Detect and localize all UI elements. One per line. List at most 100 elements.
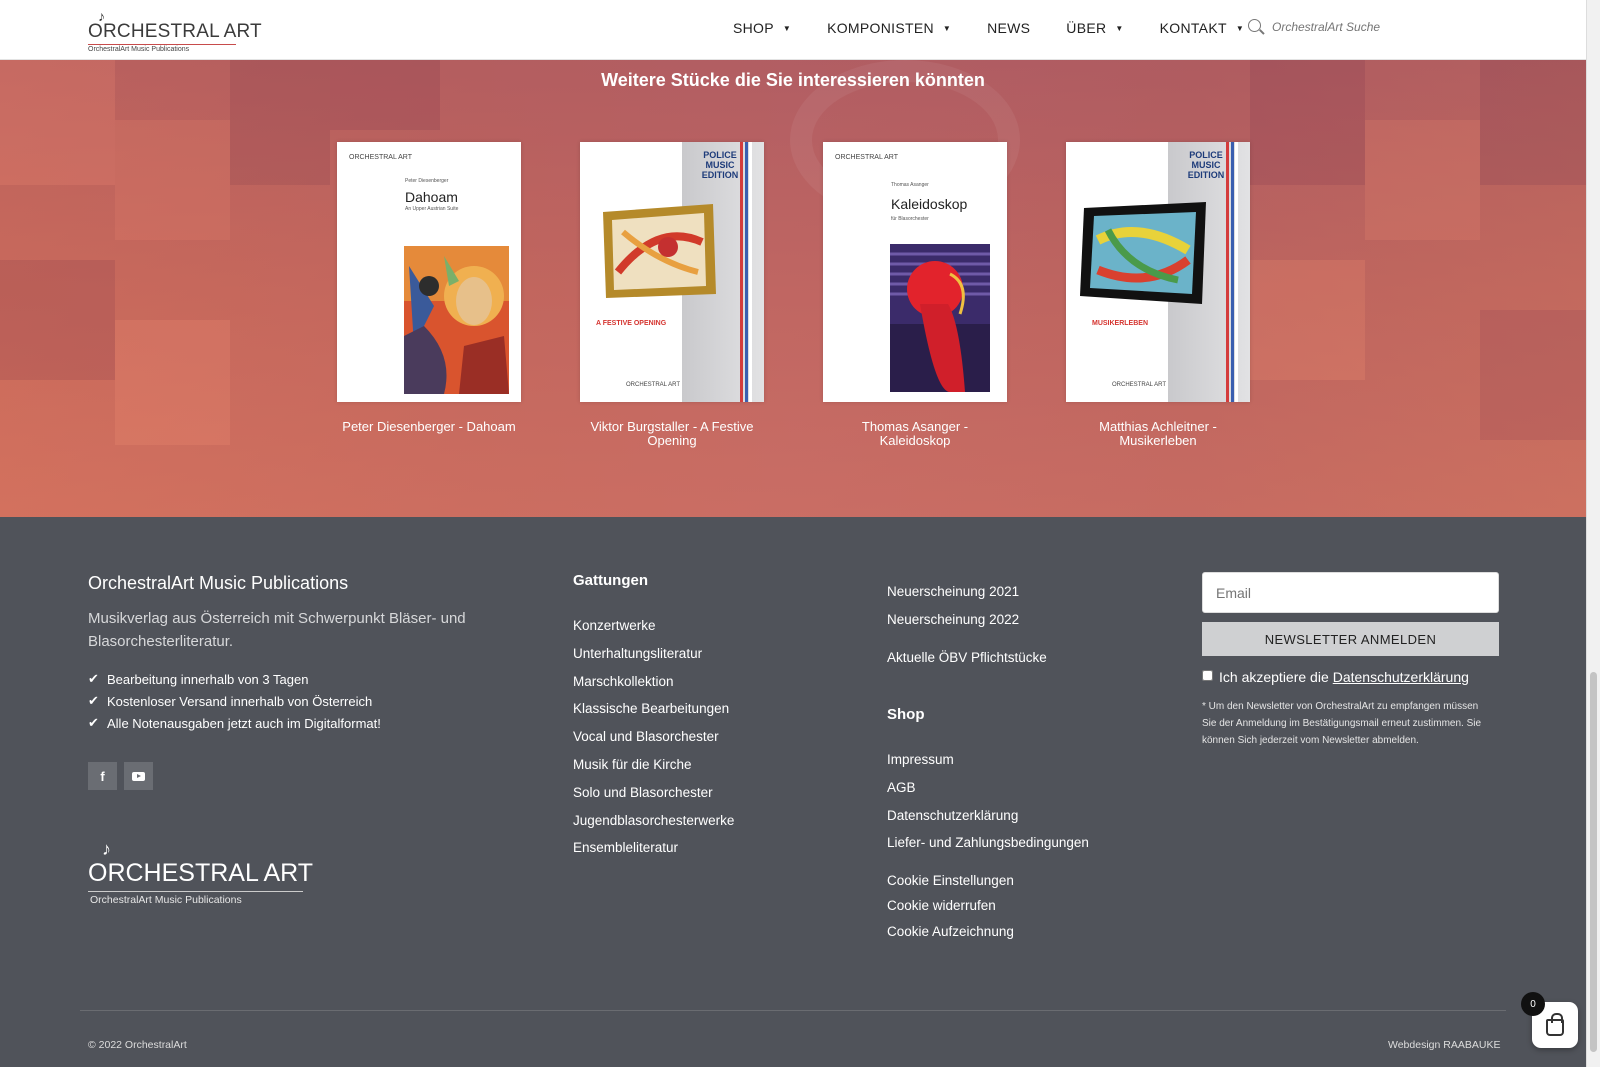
release-link[interactable]: Neuerscheinung 2021: [887, 578, 1019, 606]
product-cover[interactable]: ORCHESTRAL ART Peter Diesenberger Dahoam…: [337, 142, 521, 402]
product-title[interactable]: Peter Diesenberger - Dahoam: [337, 420, 521, 434]
obv-link[interactable]: Aktuelle ÖBV Pflichtstücke: [887, 650, 1047, 665]
site-footer: OrchestralArt Music Publications Musikve…: [0, 517, 1586, 1067]
cover-work-title: MUSIKERLEBEN: [1092, 320, 1149, 327]
cookie-log-link[interactable]: Cookie Aufzeichnung: [887, 919, 1014, 944]
feature-text: Alle Notenausgaben jetzt auch im Digital…: [107, 715, 381, 731]
bg-tile: [1480, 310, 1586, 440]
genres-links: Konzertwerke Unterhaltungsliteratur Mars…: [573, 612, 734, 862]
genre-link[interactable]: Jugendblasorchesterwerke: [573, 807, 734, 835]
check-icon: ✔: [88, 671, 99, 686]
webdesign-credit[interactable]: Webdesign RAABAUKE: [1388, 1039, 1500, 1051]
release-link[interactable]: Neuerscheinung 2022: [887, 606, 1019, 634]
related-products-section: Weitere Stücke die Sie interessieren kön…: [0, 60, 1586, 517]
terms-link[interactable]: Liefer- und Zahlungsbedingungen: [887, 829, 1089, 857]
site-search: [1248, 19, 1402, 35]
logo-subtitle: OrchestralArt Music Publications: [88, 46, 190, 53]
cover-subtitle: An Upper Austrian Suite: [405, 206, 459, 212]
footer-description: Musikverlag aus Österreich mit Schwerpun…: [88, 610, 466, 650]
cover-logo: ORCHESTRAL ART: [626, 382, 681, 388]
newsletter-subscribe-button[interactable]: NEWSLETTER ANMELDEN: [1202, 622, 1499, 656]
privacy-consent: Ich akzeptiere die Datenschutzerklärung: [1202, 669, 1469, 685]
privacy-consent-checkbox[interactable]: [1202, 669, 1213, 681]
genre-link[interactable]: Marschkollektion: [573, 668, 734, 696]
product-cover[interactable]: ORCHESTRAL ART Thomas Asanger Kaleidosko…: [823, 142, 1007, 402]
related-title: Weitere Stücke die Sie interessieren kön…: [601, 70, 985, 90]
product-card[interactable]: POLICE MUSIC EDITION MUSIKERLEBEN ORCHES…: [1066, 142, 1250, 448]
social-links: f: [88, 762, 160, 790]
cover-artwork: [603, 204, 716, 298]
cover-logo: ORCHESTRAL ART: [1112, 382, 1167, 388]
nav-shop[interactable]: SHOP ▼: [733, 20, 791, 36]
footer-divider: [80, 1010, 1506, 1011]
cover-stripe: [745, 142, 748, 402]
bg-tile: [115, 320, 230, 445]
nav-shop-label: SHOP: [733, 20, 774, 36]
nav-news-label: NEWS: [987, 20, 1031, 36]
privacy-link[interactable]: Datenschutzerklärung: [887, 802, 1089, 830]
product-cover[interactable]: POLICE MUSIC EDITION MUSIKERLEBEN ORCHES…: [1066, 142, 1250, 402]
nav-news[interactable]: NEWS: [987, 20, 1030, 36]
newsletter-note: * Um den Newsletter von OrchestralArt zu…: [1202, 701, 1482, 746]
product-card[interactable]: ORCHESTRAL ART Thomas Asanger Kaleidosko…: [823, 142, 1007, 448]
feature-text: Bearbeitung innerhalb von 3 Tagen: [107, 671, 309, 687]
cover-artwork: [890, 244, 990, 392]
footer-logo[interactable]: ♪ ORCHESTRAL ART OrchestralArt Music Pub…: [88, 839, 313, 909]
cover-composer: Thomas Asanger: [891, 182, 929, 188]
feature-item: ✔ Kostenloser Versand innerhalb von Öster…: [88, 693, 381, 709]
check-icon: ✔: [88, 693, 99, 708]
obv-link-wrap: Aktuelle ÖBV Pflichtstücke: [887, 650, 1047, 665]
cover-stripe: [740, 142, 743, 402]
genre-link[interactable]: Musik für die Kirche: [573, 751, 734, 779]
bg-tile: [0, 260, 115, 380]
genres-heading: Gattungen: [573, 572, 648, 589]
facebook-icon[interactable]: f: [88, 762, 117, 790]
cover-logo: ORCHESTRAL ART: [835, 154, 899, 161]
cookie-settings-link[interactable]: Cookie Einstellungen: [887, 868, 1014, 893]
site-header: ♪ ORCHESTRAL ART OrchestralArt Music Pub…: [0, 0, 1586, 60]
feature-item: ✔ Bearbeitung innerhalb von 3 Tagen: [88, 671, 381, 687]
search-icon[interactable]: [1248, 19, 1264, 35]
search-input[interactable]: [1272, 20, 1402, 34]
shopping-bag-icon: [1546, 1012, 1564, 1036]
nav-ueber[interactable]: ÜBER ▼: [1066, 20, 1123, 36]
genre-link[interactable]: Unterhaltungsliteratur: [573, 640, 734, 668]
consent-text: Ich akzeptiere die: [1219, 669, 1329, 685]
product-title[interactable]: Matthias Achleitner - Musikerleben: [1066, 420, 1250, 448]
genre-link[interactable]: Klassische Bearbeitungen: [573, 695, 734, 723]
cookie-revoke-link[interactable]: Cookie widerrufen: [887, 893, 1014, 918]
product-title[interactable]: Thomas Asanger - Kaleidoskop: [823, 420, 1007, 448]
genre-link[interactable]: Vocal und Blasorchester: [573, 723, 734, 751]
check-icon: ✔: [88, 715, 99, 730]
cover-stripe: [1231, 142, 1234, 402]
cover-title: Dahoam: [405, 189, 458, 205]
genre-link[interactable]: Konzertwerke: [573, 612, 734, 640]
cart-count-badge: 0: [1521, 992, 1545, 1016]
cover-stripe: [1226, 142, 1229, 402]
product-title[interactable]: Viktor Burgstaller - A Festive Opening: [580, 420, 764, 448]
impressum-link[interactable]: Impressum: [887, 746, 1089, 774]
site-logo[interactable]: ♪ ORCHESTRAL ART OrchestralArt Music Pub…: [88, 8, 262, 54]
genre-link[interactable]: Solo und Blasorchester: [573, 779, 734, 807]
feature-list: ✔ Bearbeitung innerhalb von 3 Tagen ✔ Kost…: [88, 671, 381, 737]
main-nav: SHOP ▼ KOMPONISTEN ▼ NEWS ÜBER ▼ KONTAKT ▼: [733, 20, 1280, 36]
caret-down-icon: ▼: [1115, 23, 1124, 33]
feature-item: ✔ Alle Notenausgaben jetzt auch im Digita…: [88, 715, 381, 731]
agb-link[interactable]: AGB: [887, 774, 1089, 802]
nav-komponisten[interactable]: KOMPONISTEN ▼: [827, 20, 951, 36]
nav-kontakt-label: KONTAKT: [1159, 20, 1227, 36]
consent-privacy-link[interactable]: Datenschutzerklärung: [1333, 669, 1469, 685]
footer-company-name: OrchestralArt Music Publications: [88, 573, 349, 593]
cover-logo: ORCHESTRAL ART: [349, 154, 413, 161]
product-cover[interactable]: POLICE MUSIC EDITION A FESTIVE OPENING O…: [580, 142, 764, 402]
newsletter-email-input[interactable]: [1202, 572, 1499, 613]
cover-title: Kaleidoskop: [891, 196, 968, 212]
youtube-button[interactable]: [124, 762, 153, 790]
cover-stripe: [749, 142, 752, 402]
genre-link[interactable]: Ensembleliteratur: [573, 834, 734, 862]
scrollbar-thumb[interactable]: [1590, 672, 1597, 1052]
product-card[interactable]: POLICE MUSIC EDITION A FESTIVE OPENING O…: [580, 142, 764, 448]
bg-tile: [1250, 260, 1365, 380]
product-card[interactable]: ORCHESTRAL ART Peter Diesenberger Dahoam…: [337, 142, 521, 434]
nav-kontakt[interactable]: KONTAKT ▼: [1160, 20, 1244, 36]
